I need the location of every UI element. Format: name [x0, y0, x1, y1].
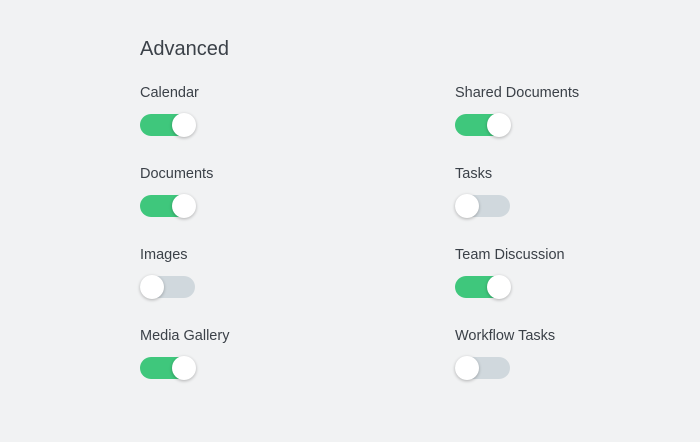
setting-label: Media Gallery [140, 328, 230, 344]
setting-tasks: Tasks [455, 165, 655, 235]
toggle-knob [455, 356, 479, 380]
documents-toggle[interactable] [140, 194, 196, 218]
toggle-knob [140, 275, 164, 299]
setting-label: Documents [140, 166, 214, 182]
calendar-toggle[interactable] [140, 113, 196, 137]
toggle-knob [455, 194, 479, 218]
setting-label: Tasks [455, 166, 493, 182]
toggle-knob [487, 275, 511, 299]
setting-label: Workflow Tasks [455, 328, 556, 344]
media-gallery-toggle[interactable] [140, 356, 196, 380]
toggle-knob [172, 113, 196, 137]
setting-images: Images [140, 246, 340, 316]
team-discussion-toggle[interactable] [455, 275, 511, 299]
toggle-knob [172, 194, 196, 218]
workflow-tasks-toggle[interactable] [455, 356, 511, 380]
setting-calendar: Calendar [140, 84, 340, 154]
setting-label: Images [140, 247, 188, 263]
advanced-settings-section: Advanced Calendar Documents Images Media… [140, 36, 620, 380]
setting-label: Shared Documents [455, 85, 580, 101]
setting-label: Calendar [140, 85, 199, 101]
setting-team-discussion: Team Discussion [455, 246, 655, 316]
images-toggle[interactable] [140, 275, 196, 299]
setting-label: Team Discussion [455, 247, 565, 263]
toggle-knob [172, 356, 196, 380]
tasks-toggle[interactable] [455, 194, 511, 218]
setting-media-gallery: Media Gallery [140, 327, 340, 397]
toggle-knob [487, 113, 511, 137]
setting-documents: Documents [140, 165, 340, 235]
setting-shared-documents: Shared Documents [455, 84, 655, 154]
shared-documents-toggle[interactable] [455, 113, 511, 137]
section-title: Advanced [140, 38, 229, 60]
setting-workflow-tasks: Workflow Tasks [455, 327, 655, 397]
